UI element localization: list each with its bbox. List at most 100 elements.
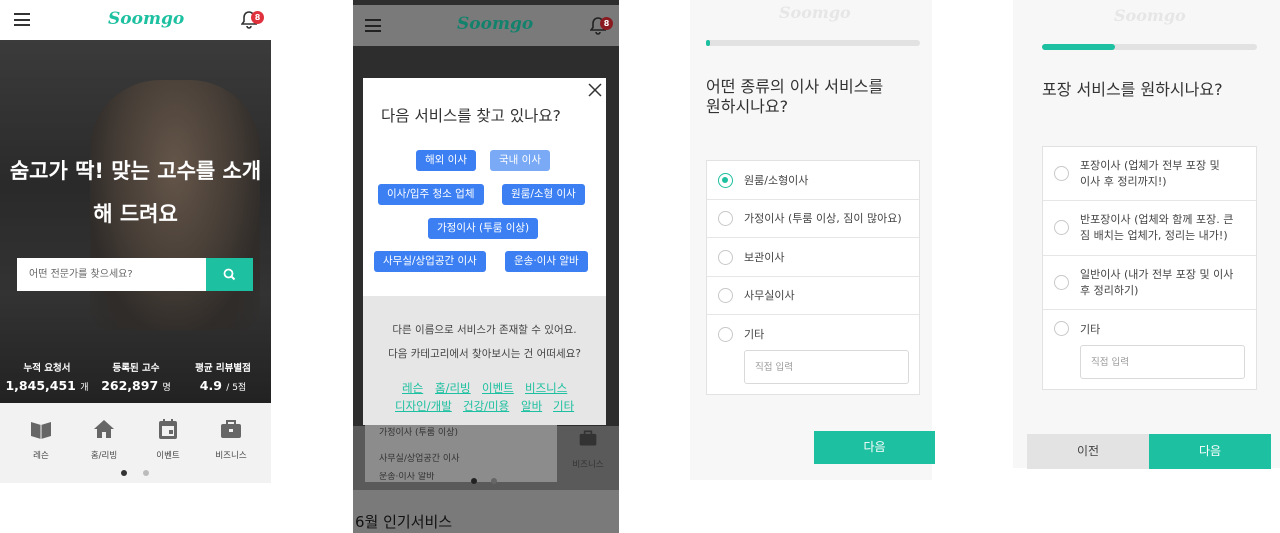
option-other[interactable]: 기타 직접 입력 — [707, 315, 919, 394]
option-label: 사무실이사 — [744, 289, 795, 302]
menu-icon[interactable] — [14, 13, 30, 26]
link-business[interactable]: 비즈니스 — [525, 380, 567, 396]
calendar-icon — [159, 419, 177, 439]
radio-selected[interactable] — [718, 173, 733, 188]
option-label-line1: 반포장이사 (업체와 함께 포장. 큰 — [1080, 213, 1234, 226]
option-full-packing[interactable]: 포장이사 (업체가 전부 포장 및 이사 후 정리까지!) — [1043, 147, 1256, 201]
option-label: 가정이사 (투룸 이상, 짐이 많아요) — [744, 212, 902, 225]
prev-button[interactable]: 이전 — [1027, 434, 1149, 469]
category-label: 비즈니스 — [215, 451, 247, 461]
pager-dot-active[interactable] — [121, 470, 127, 476]
move-type-screen: Soomgo 어떤 종류의 이사 서비스를 원하시나요? 원룸/소형이사 가정이… — [676, 0, 946, 516]
notification-badge: 8 — [251, 11, 264, 24]
chip-moving-parttime[interactable]: 운송·이사 알바 — [505, 251, 588, 272]
link-event[interactable]: 이벤트 — [482, 380, 514, 396]
briefcase-icon — [221, 420, 241, 438]
briefcase-icon — [579, 430, 597, 446]
logo[interactable]: Soomgo — [457, 14, 533, 34]
home-screen: Soomgo 8 숨고가 딱! 맞는 고수를 소개 해 드려요 어떤 전문가를 … — [0, 0, 271, 533]
bottom-area — [1013, 468, 1280, 520]
note-line1: 다른 이름으로 서비스가 존재할 수 있어요. — [392, 324, 577, 336]
progress-bar — [706, 40, 920, 46]
modal-question: 다음 서비스를 찾고 있나요? — [381, 107, 561, 125]
logo[interactable]: Soomgo — [108, 9, 184, 29]
question-line1: 어떤 종류의 이사 서비스를 — [706, 77, 884, 96]
category-home[interactable]: 홈/리빙 — [76, 417, 132, 461]
radio[interactable] — [718, 211, 733, 226]
chip-office-move[interactable]: 사무실/상업공간 이사 — [374, 251, 486, 272]
note-line2: 다음 카테고리에서 찾아보시는 건 어떠세요? — [388, 348, 581, 360]
book-icon — [31, 422, 51, 439]
top-bar: Soomgo 8 — [353, 5, 619, 46]
link-other[interactable]: 기타 — [553, 398, 574, 414]
next-button[interactable]: 다음 — [814, 431, 935, 464]
suggestion-modal: 다음 서비스를 찾고 있나요? 해외 이사 국내 이사 이사/입주 청소 업체 … — [363, 78, 606, 425]
option-label: 보관이사 — [744, 251, 785, 264]
link-parttime[interactable]: 알바 — [521, 398, 542, 414]
search-button[interactable] — [206, 258, 253, 291]
radio[interactable] — [1054, 321, 1069, 336]
hero-banner: 숨고가 딱! 맞는 고수를 소개 해 드려요 어떤 전문가를 찾으세요? 누적 … — [0, 40, 271, 403]
option-label-line2: 이사 후 정리까지!) — [1080, 175, 1167, 188]
option-label: 기타 — [744, 328, 765, 341]
other-text-input[interactable]: 직접 입력 — [744, 350, 909, 384]
radio[interactable] — [718, 288, 733, 303]
search-input[interactable]: 어떤 전문가를 찾으세요? — [17, 258, 207, 291]
option-half-packing[interactable]: 반포장이사 (업체와 함께 포장. 큰 짐 배치는 업체가, 정리는 내가!) — [1043, 201, 1256, 256]
option-label-line2: 짐 배치는 업체가, 정리는 내가!) — [1080, 229, 1228, 242]
radio[interactable] — [718, 327, 733, 342]
category-label: 이벤트 — [156, 451, 180, 461]
chip-overseas-move[interactable]: 해외 이사 — [416, 150, 476, 171]
chip-studio-move[interactable]: 원룸/소형 이사 — [502, 184, 585, 205]
option-family[interactable]: 가정이사 (투룸 이상, 짐이 많아요) — [707, 200, 919, 238]
radio[interactable] — [1054, 166, 1069, 181]
link-health-beauty[interactable]: 건강/미용 — [463, 398, 509, 414]
option-studio[interactable]: 원룸/소형이사 — [707, 161, 919, 200]
category-lesson[interactable]: 레슨 — [13, 417, 69, 461]
category-bar: 레슨 홈/리빙 이벤트 비즈니스 — [0, 403, 271, 483]
option-list: 원룸/소형이사 가정이사 (투룸 이상, 짐이 많아요) 보관이사 사무실이사 … — [706, 160, 920, 395]
option-office[interactable]: 사무실이사 — [707, 277, 919, 315]
pager-dot-active — [471, 478, 477, 484]
option-label: 원룸/소형이사 — [744, 174, 809, 187]
bottom-area — [676, 480, 946, 516]
stat-label: 누적 요청서 — [23, 363, 71, 374]
pager-dot[interactable] — [143, 470, 149, 476]
stat-label: 등록된 고수 — [112, 363, 160, 374]
category-business[interactable]: 비즈니스 — [203, 417, 259, 461]
hero-title-line1: 숨고가 딱! 맞는 고수를 소개 — [9, 159, 262, 183]
progress-bar — [1042, 44, 1257, 50]
option-storage[interactable]: 보관이사 — [707, 238, 919, 277]
category-event[interactable]: 이벤트 — [140, 417, 196, 461]
stat-value: 4.9 — [199, 378, 222, 393]
stat-unit: 명 — [162, 383, 171, 393]
notification-badge: 8 — [600, 17, 613, 30]
dimmed-dropdown: 가정이사 (투룸 이상) 사무실/상업공간 이사 운송·이사 알바 — [365, 420, 557, 482]
stat-value: 262,897 — [101, 378, 159, 393]
chip-move-cleaning[interactable]: 이사/입주 청소 업체 — [378, 184, 484, 205]
close-icon[interactable] — [588, 82, 602, 97]
menu-icon[interactable] — [365, 19, 381, 32]
stat-unit: 개 — [80, 383, 89, 393]
option-list: 포장이사 (업체가 전부 포장 및 이사 후 정리까지!) 반포장이사 (업체와… — [1042, 146, 1257, 390]
other-text-input[interactable]: 직접 입력 — [1080, 345, 1245, 379]
question-text: 포장 서비스를 원하시나요? — [1042, 80, 1223, 99]
link-lesson[interactable]: 레슨 — [402, 380, 423, 396]
logo: Soomgo — [779, 3, 851, 22]
option-label-line1: 포장이사 (업체가 전부 포장 및 — [1080, 159, 1220, 172]
popular-services-heading: 6월 인기서비스 — [355, 513, 453, 531]
next-button[interactable]: 다음 — [1149, 434, 1271, 469]
chip-family-move[interactable]: 가정이사 (투룸 이상) — [428, 218, 539, 239]
link-design-dev[interactable]: 디자인/개발 — [395, 398, 452, 414]
stat-requests: 누적 요청서 1,845,451 개 — [2, 360, 92, 393]
radio[interactable] — [1054, 220, 1069, 235]
category-label: 비즈니스 — [572, 460, 604, 470]
chip-domestic-move[interactable]: 국내 이사 — [490, 150, 550, 171]
option-other[interactable]: 기타 직접 입력 — [1043, 310, 1256, 389]
option-general-move[interactable]: 일반이사 (내가 전부 포장 및 이사 후 정리하기) — [1043, 256, 1256, 310]
radio[interactable] — [1054, 275, 1069, 290]
link-home-living[interactable]: 홈/리빙 — [435, 380, 471, 396]
radio[interactable] — [718, 250, 733, 265]
question-line2: 원하시나요? — [706, 97, 789, 116]
dropdown-item: 사무실/상업공간 이사 — [379, 454, 460, 464]
